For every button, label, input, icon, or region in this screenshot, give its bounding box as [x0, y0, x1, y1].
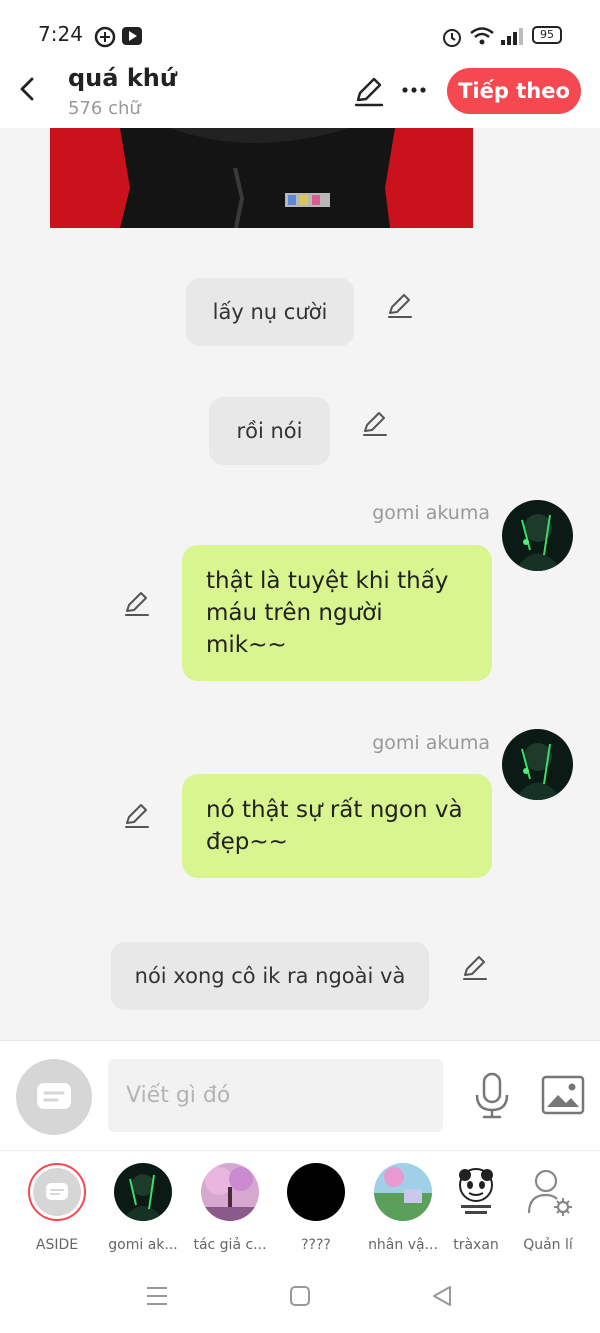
message-input[interactable] — [108, 1059, 443, 1132]
avatar — [114, 1163, 172, 1221]
character-item-gomi[interactable]: gomi ak... — [103, 1163, 183, 1253]
aside-icon — [37, 1083, 71, 1109]
message-author: gomi akuma — [372, 732, 490, 754]
more-options-icon[interactable] — [398, 74, 430, 106]
wifi-icon — [470, 27, 494, 45]
avatar — [374, 1163, 432, 1221]
aside-icon — [28, 1163, 86, 1221]
character-item-npc[interactable]: nhân vậ... — [363, 1163, 443, 1253]
edit-message-icon[interactable] — [122, 800, 152, 830]
battery-indicator: 95 — [532, 26, 562, 44]
character-label: gomi ak... — [108, 1237, 178, 1253]
next-button[interactable]: Tiếp theo — [447, 68, 581, 114]
manage-user-icon — [519, 1163, 577, 1221]
avatar[interactable] — [502, 729, 573, 800]
manage-characters-button[interactable]: Quản lí — [508, 1163, 588, 1253]
story-image-graphic — [50, 128, 473, 228]
battery-level: 95 — [540, 28, 554, 41]
avatar — [287, 1163, 345, 1221]
back-triangle-icon[interactable] — [430, 1284, 454, 1308]
avatar — [447, 1163, 505, 1221]
message-author: gomi akuma — [372, 502, 490, 524]
story-title: quá khứ — [68, 64, 177, 92]
narration-bubble[interactable]: lấy nụ cười — [186, 278, 354, 346]
character-message-bubble[interactable]: thật là tuyệt khi thấy máu trên người mi… — [182, 545, 492, 681]
avatar-image — [502, 729, 573, 800]
menu-icon[interactable] — [145, 1284, 169, 1308]
microphone-icon[interactable] — [472, 1071, 512, 1119]
home-icon[interactable] — [288, 1284, 312, 1308]
editor-header: quá khứ 576 chữ Tiếp theo — [0, 64, 600, 128]
character-label: Quản lí — [523, 1237, 573, 1253]
character-label: nhân vậ... — [368, 1237, 438, 1253]
status-time: 7:24 — [38, 22, 83, 46]
signal-icon — [501, 28, 523, 45]
app-notification-icon — [94, 26, 116, 48]
character-item-aside[interactable]: ASIDE — [17, 1163, 97, 1253]
character-label: tác giả c... — [193, 1237, 267, 1253]
message-composer — [0, 1040, 600, 1150]
aside-toggle-button[interactable] — [16, 1059, 92, 1135]
narration-bubble[interactable]: nói xong cô ik ra ngoài và — [111, 942, 429, 1010]
image-upload-icon[interactable] — [541, 1075, 585, 1115]
avatar-image — [502, 500, 573, 571]
character-item-author[interactable]: tác giả c... — [190, 1163, 270, 1253]
edit-message-icon[interactable] — [460, 952, 490, 982]
story-image[interactable] — [50, 128, 473, 228]
story-chat-area[interactable]: lấy nụ cười rồi nói gomi akuma thật là t… — [0, 128, 600, 1040]
back-arrow-icon[interactable] — [14, 74, 44, 104]
character-label: tràxan — [453, 1237, 499, 1253]
system-nav-bar — [0, 1270, 600, 1333]
status-bar: 7:24 95 — [0, 0, 600, 64]
avatar[interactable] — [502, 500, 573, 571]
character-item-traxan[interactable]: tràxan — [436, 1163, 516, 1253]
narration-bubble[interactable]: rồi nói — [209, 397, 330, 465]
edit-message-icon[interactable] — [360, 408, 390, 438]
edit-title-icon[interactable] — [352, 74, 386, 108]
word-count: 576 chữ — [68, 98, 141, 119]
alarm-icon — [443, 29, 461, 47]
edit-message-icon[interactable] — [385, 290, 415, 320]
character-selector: ASIDE gomi ak... tác giả c... ???? nhân … — [0, 1150, 600, 1270]
youtube-notification-icon — [122, 27, 142, 45]
character-item-unknown[interactable]: ???? — [276, 1163, 356, 1253]
character-label: ASIDE — [35, 1237, 79, 1253]
avatar — [201, 1163, 259, 1221]
character-label: ???? — [301, 1237, 331, 1253]
character-message-bubble[interactable]: nó thật sự rất ngon và đẹp~~ — [182, 774, 492, 878]
edit-message-icon[interactable] — [122, 588, 152, 618]
